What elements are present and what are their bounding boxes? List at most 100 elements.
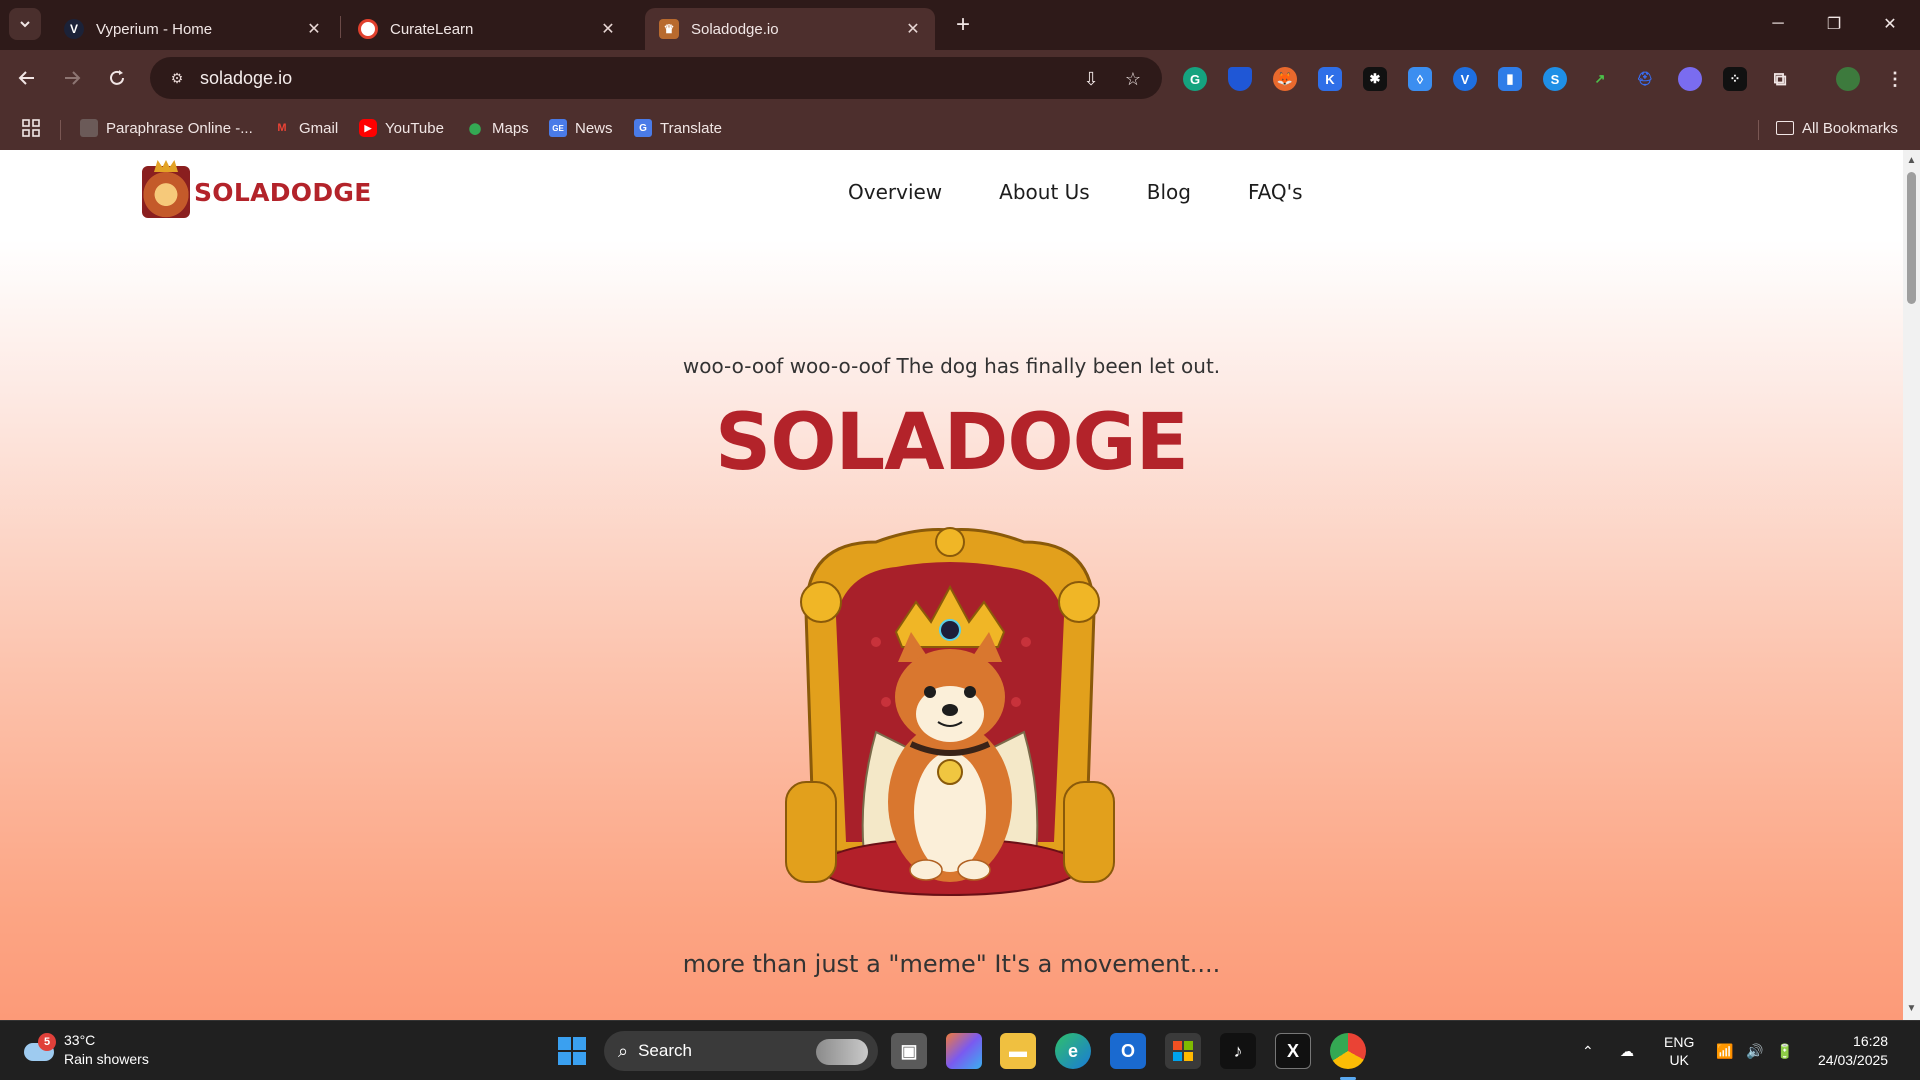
dots-extension-icon[interactable]: ⁘ [1723,67,1747,91]
close-window-button[interactable]: ✕ [1862,0,1918,48]
bookmark-gmail[interactable]: M Gmail [273,116,338,140]
bookmark-star-icon[interactable]: ☆ [1120,66,1146,92]
bookmark-youtube[interactable]: ▶ YouTube [359,116,444,140]
swirl-extension-icon[interactable]: S [1543,67,1567,91]
search-label: Search [638,1041,692,1060]
bookmark-label: Maps [492,119,529,137]
copilot-icon[interactable] [946,1033,982,1069]
v-extension-icon[interactable]: V [1453,67,1477,91]
puzzle-extensions-icon[interactable]: ⧉ [1768,67,1792,91]
taskbar-search[interactable]: ⌕ Search [604,1031,878,1071]
nav-blog[interactable]: Blog [1147,180,1191,204]
language-indicator[interactable]: ENG UK [1664,1021,1694,1080]
docs-extension-icon[interactable]: ▮ [1498,67,1522,91]
paraphrase-icon [80,119,98,137]
bookmark-translate[interactable]: G Translate [634,116,722,140]
volume-icon[interactable]: 🔊 [1746,1021,1763,1080]
scroll-down-arrow-icon[interactable]: ▼ [1906,1004,1917,1014]
bookmark-news[interactable]: GE News [549,116,613,140]
clock[interactable]: 16:28 24/03/2025 [1818,1021,1888,1080]
windows-taskbar: 5 33°C Rain showers ⌕ Search ▣ ▬ e O ♪ X… [0,1020,1920,1080]
language-region: UK [1669,1052,1689,1068]
site-nav: Overview About Us Blog FAQ's [848,180,1303,204]
outlook-icon[interactable]: O [1110,1033,1146,1069]
nav-about-us[interactable]: About Us [999,180,1090,204]
x-app-icon[interactable]: X [1275,1033,1311,1069]
tab-title: Soladodge.io [691,20,779,38]
clock-time: 16:28 [1853,1033,1889,1049]
install-app-icon[interactable]: ⇩ [1078,66,1104,92]
tiktok-icon[interactable]: ♪ [1220,1033,1256,1069]
vyperium-favicon-icon: V [64,19,84,39]
bookmarks-divider [60,120,61,140]
edge-browser-icon[interactable]: e [1055,1033,1091,1069]
cloud-extension-icon[interactable] [1678,67,1702,91]
shield-extension-icon[interactable] [1228,67,1252,91]
folder-icon [1776,121,1794,135]
dog-king-logo-icon [142,166,190,218]
hero-title: SOLADOGE [715,398,1189,488]
clock-date: 24/03/2025 [1818,1052,1889,1068]
apps-grid-icon[interactable] [20,116,42,140]
grammarly-extension-icon[interactable]: G [1183,67,1207,91]
weather-badge: 5 [38,1033,56,1051]
all-bookmarks-button[interactable]: All Bookmarks [1776,116,1898,140]
minimize-button[interactable]: ─ [1750,0,1806,48]
profile-avatar[interactable] [1836,67,1860,91]
chart-extension-icon[interactable]: ↗ [1588,67,1612,91]
scrollbar-thumb[interactable] [1907,172,1916,304]
bookmark-paraphrase[interactable]: Paraphrase Online -... [80,116,253,140]
bookmark-maps[interactable]: ⬤ Maps [466,116,529,140]
browser-menu-icon[interactable]: ⋮ [1883,67,1907,91]
site-header: SOLADODGE Overview About Us Blog FAQ's [0,150,1903,240]
nav-overview[interactable]: Overview [848,180,942,204]
microsoft-store-icon[interactable] [1165,1033,1201,1069]
battery-icon[interactable]: 🔋 [1776,1021,1793,1080]
windows-start-icon[interactable] [554,1033,590,1069]
bookmarks-divider [1758,120,1759,140]
tab-title: Vyperium - Home [96,20,213,38]
page-scrollbar[interactable]: ▲ ▼ [1903,150,1920,1020]
tab-vyperium[interactable]: V Vyperium - Home ✕ [50,8,336,50]
close-tab-icon[interactable]: ✕ [304,19,324,39]
fox-extension-icon[interactable]: 🦊 [1273,67,1297,91]
maps-pin-icon: ⬤ [468,122,482,135]
nav-faqs[interactable]: FAQ's [1248,180,1303,204]
drop-extension-icon[interactable]: ◊ [1408,67,1432,91]
show-hidden-icons-chevron-icon[interactable]: ⌃ [1582,1021,1594,1080]
close-tab-icon[interactable]: ✕ [598,19,618,39]
tab-curatelearn[interactable]: CurateLearn ✕ [344,8,630,50]
site-info-icon[interactable]: ⚙ [164,65,190,91]
task-view-icon[interactable]: ▣ [891,1033,927,1069]
chrome-icon[interactable] [1330,1033,1366,1069]
reload-icon [110,70,124,85]
bookmark-label: Paraphrase Online -... [106,119,253,137]
restore-button[interactable]: ❐ [1806,0,1862,48]
forward-button[interactable] [56,62,88,94]
snowflake-extension-icon[interactable]: ✱ [1363,67,1387,91]
file-explorer-icon[interactable]: ▬ [1000,1033,1036,1069]
chevron-down-icon [20,21,30,28]
site-logo[interactable]: SOLADODGE [142,166,372,218]
weather-widget[interactable]: 5 33°C Rain showers [22,1031,149,1069]
news-icon: GE [549,119,567,137]
k-extension-icon[interactable]: K [1318,67,1342,91]
new-tab-button[interactable]: + [948,10,978,40]
bookmarks-bar: Paraphrase Online -... M Gmail ▶ YouTube… [0,106,1920,150]
tab-search-button[interactable] [9,8,41,40]
hero-subline: more than just a "meme" It's a movement.… [682,950,1221,978]
close-tab-icon[interactable]: ✕ [903,19,923,39]
bookmark-label: Gmail [299,119,339,137]
tab-soladodge[interactable]: ♛ Soladodge.io ✕ [645,8,935,50]
address-bar[interactable]: ⚙ soladoge.io ⇩ ☆ [150,57,1162,99]
reload-button[interactable] [101,62,133,94]
onedrive-offline-icon[interactable]: ☁ [1620,1021,1634,1080]
curatelearn-favicon-icon [358,19,378,39]
all-bookmarks-label: All Bookmarks [1802,119,1898,137]
scroll-up-arrow-icon[interactable]: ▲ [1906,156,1917,166]
url-text[interactable]: soladoge.io [200,68,292,89]
gmail-icon: M [277,122,287,134]
wifi-icon[interactable]: 📶 [1716,1021,1733,1080]
helmet-extension-icon[interactable]: ⛑ [1633,67,1657,91]
back-button[interactable] [11,62,43,94]
